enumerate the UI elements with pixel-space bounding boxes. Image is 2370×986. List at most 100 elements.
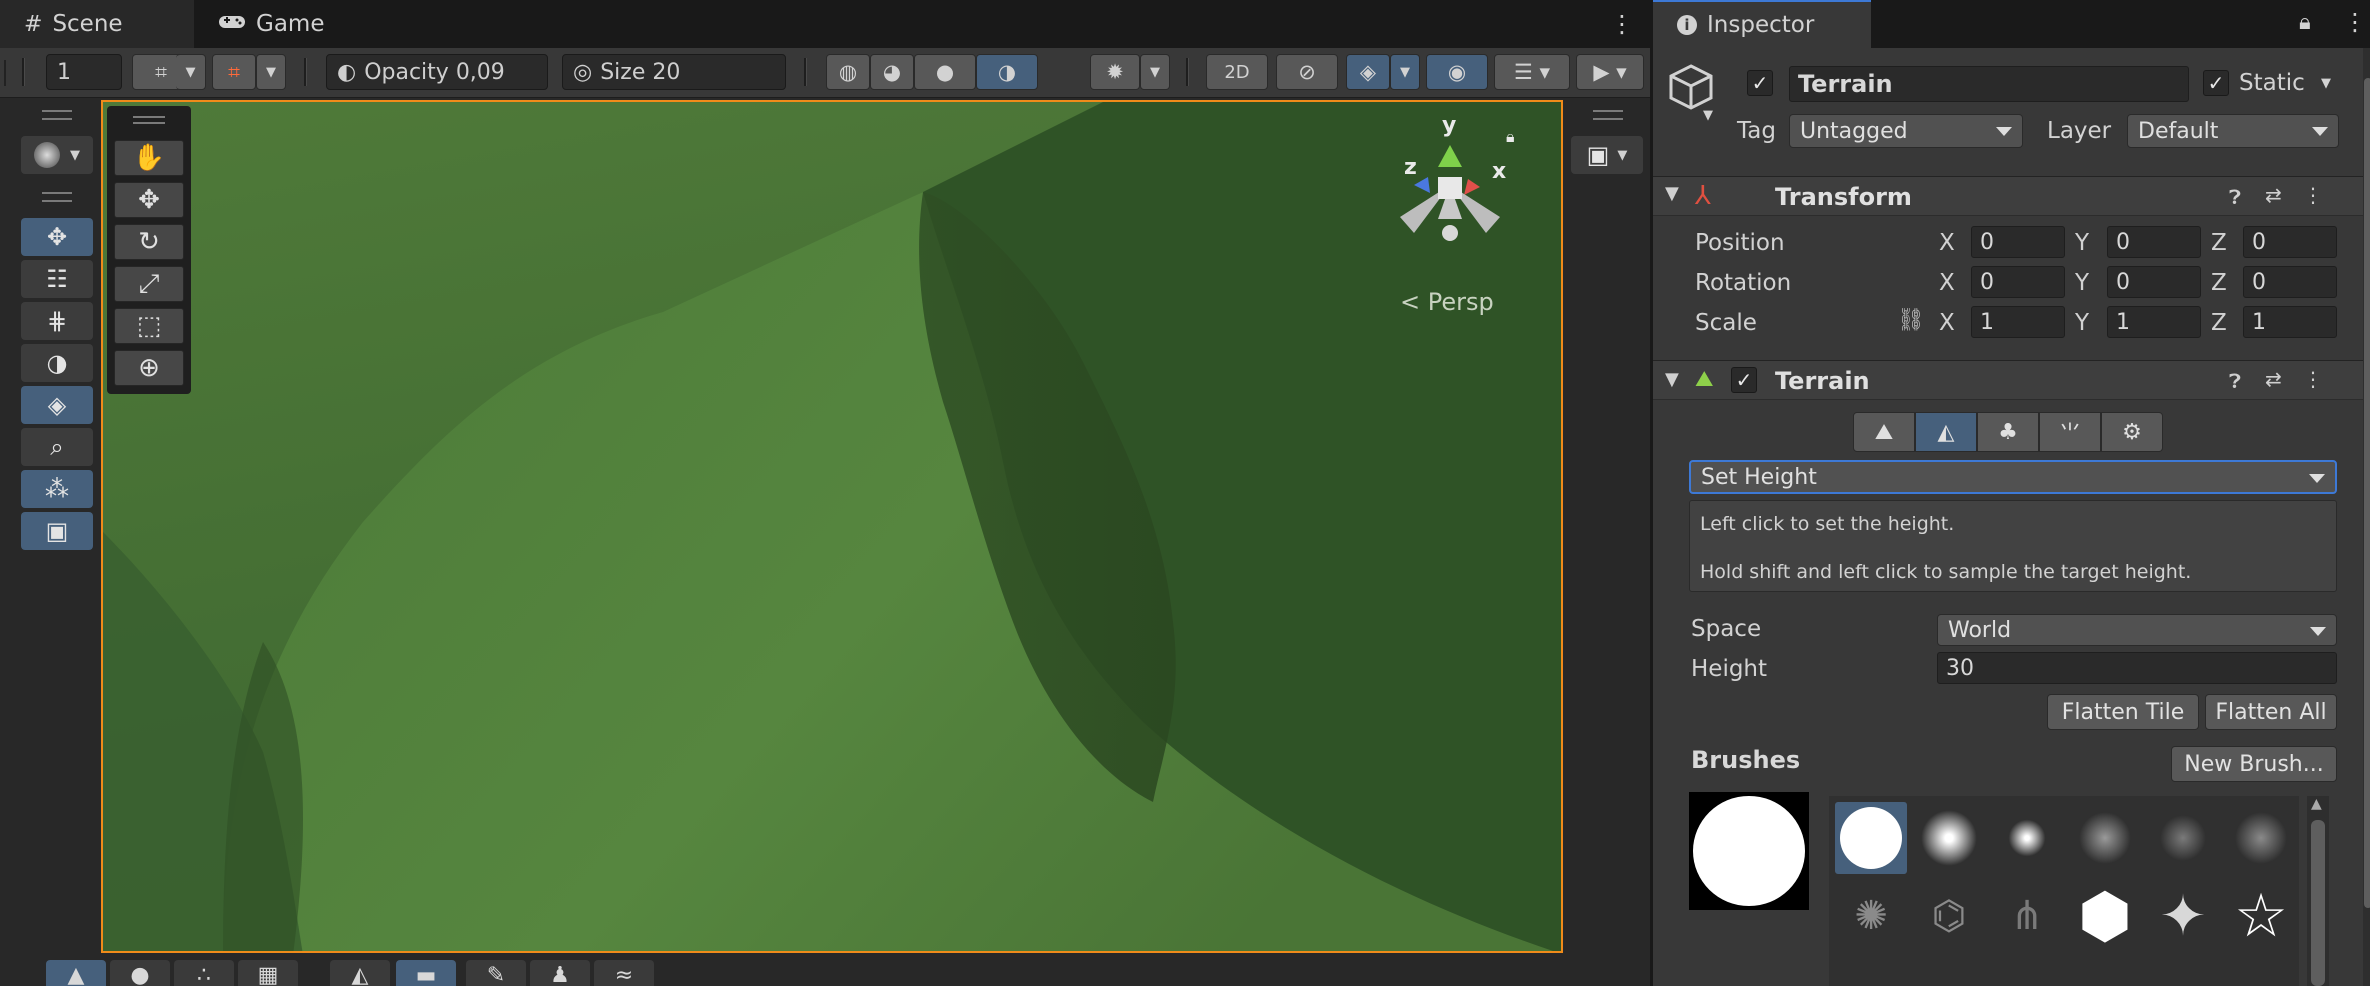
preset-sliders-icon[interactable]: ⇄ (2265, 367, 2282, 391)
rotation-x-field[interactable]: 0 (1971, 266, 2065, 298)
rotate-tool-button[interactable]: ↻ (114, 224, 184, 260)
layer-select[interactable]: Default (2127, 114, 2339, 148)
create-terrain-button[interactable]: ▲ (46, 960, 106, 986)
brush-noise-a[interactable] (2147, 802, 2219, 874)
tab-scene[interactable]: # Scene (0, 0, 194, 48)
more-menu-icon[interactable]: ⋮ (2303, 183, 2323, 207)
space-select[interactable]: World (1937, 614, 2337, 646)
rotation-y-field[interactable]: 0 (2107, 266, 2201, 298)
snap-grid-dropdown[interactable]: ▼ (176, 54, 206, 90)
tool-mode-select[interactable]: Set Height (1689, 460, 2337, 494)
wireframe-shading-button[interactable]: ◍ (826, 54, 870, 90)
sculpt-button[interactable]: ◭ (330, 960, 390, 986)
brush-star-outline[interactable]: ☆ (2225, 880, 2297, 952)
tag-select[interactable]: Untagged (1789, 114, 2023, 148)
help-icon[interactable]: ❓︎ (2229, 185, 2241, 209)
height-field[interactable]: 30 (1937, 652, 2337, 684)
brush-streaks[interactable]: ⋔ (1991, 880, 2063, 952)
effects-dropdown[interactable]: ▼ (1390, 54, 1420, 90)
camera-settings-button[interactable]: ▶ ▾ (1576, 54, 1644, 90)
more-menu-icon[interactable]: ⋮ (2343, 8, 2367, 36)
active-checkbox[interactable]: ✓ (1747, 70, 1773, 96)
2d-toggle-button[interactable]: 2D (1206, 54, 1268, 90)
rect-tool-button[interactable]: ⬚ (114, 308, 184, 344)
camera-overlay-button[interactable]: ▣ ▼ (1571, 136, 1643, 174)
terrain-component-header[interactable]: ▼ ⛰︎ ✓ Terrain ❓︎ ⇄ ⋮ (1653, 360, 2370, 400)
paint-holes-button[interactable]: ≈ (594, 960, 654, 986)
audio-toggle-button[interactable]: ⊘ (1276, 54, 1338, 90)
brush-hard-circle[interactable] (1835, 802, 1907, 874)
static-dropdown-icon[interactable]: ▼ (2321, 76, 2331, 91)
grid-layer-field[interactable]: 1 (46, 54, 122, 90)
more-menu-icon[interactable]: ⋮ (2303, 367, 2323, 391)
chevron-down-icon[interactable]: ▼ (1703, 108, 1713, 123)
brush-star-soft[interactable]: ✦ (2147, 880, 2219, 952)
camera-view-tool-button[interactable]: ▣ (21, 512, 93, 550)
move-tool-button[interactable]: ✥ (21, 218, 93, 256)
orientation-gizmo[interactable]: y x z 🔒︎ (1380, 113, 1520, 255)
search-tool-button[interactable]: ⌕ (21, 428, 93, 466)
transform-header[interactable]: ▼ ⅄ Transform ❓︎ ⇄ ⋮ (1653, 176, 2370, 216)
terrain-enabled-checkbox[interactable]: ✓ (1731, 367, 1757, 393)
tab-game[interactable]: Game (194, 0, 354, 48)
scale-z-field[interactable]: 1 (2243, 306, 2337, 338)
lighting-toggle-button[interactable]: ◑ (976, 54, 1038, 90)
brush-scrollbar[interactable]: ▲ (2307, 796, 2329, 986)
more-menu-icon[interactable]: ⋮ (1610, 10, 1634, 38)
tab-inspector[interactable]: i Inspector (1653, 0, 1871, 48)
paint-trees-tab[interactable]: ♣ (1977, 412, 2039, 452)
brush-soft-large[interactable] (1913, 802, 1985, 874)
brush-opacity-field[interactable]: ◐ Opacity 0,09 (326, 54, 548, 90)
scroll-up-icon[interactable]: ▲ (2311, 796, 2322, 812)
scene-visibility-button[interactable]: ◉ (1426, 54, 1488, 90)
inspector-scrollbar-thumb[interactable] (2364, 78, 2370, 908)
brush-cells[interactable]: ⌬ (1913, 880, 1985, 952)
scrollbar-thumb[interactable] (2311, 820, 2325, 986)
rotation-z-field[interactable]: 0 (2243, 266, 2337, 298)
stamp-button[interactable]: ♟ (530, 960, 590, 986)
scene-viewport[interactable] (101, 100, 1563, 953)
create-neighbor-terrain-tab[interactable]: ⛰︎ (1853, 412, 1915, 452)
position-x-field[interactable]: 0 (1971, 226, 2065, 258)
preset-sliders-icon[interactable]: ⇄ (2265, 183, 2282, 207)
debug-draw-button[interactable]: ✹ (1090, 54, 1140, 90)
terrain-settings-button[interactable]: ▦ (238, 960, 298, 986)
navigation-tool-button[interactable]: ⁂ (21, 470, 93, 508)
inspector-scrollbar[interactable] (2363, 48, 2370, 986)
new-brush-button[interactable]: New Brush... (2171, 746, 2337, 782)
lock-icon[interactable]: 🔒︎ (2299, 10, 2311, 35)
scale-x-field[interactable]: 1 (1971, 306, 2065, 338)
increment-snap-button[interactable]: ⌗ (212, 54, 256, 90)
set-height-button[interactable]: ▬ (396, 960, 456, 986)
brush-hexagon[interactable]: ⬢ (2069, 880, 2141, 952)
shaded-button[interactable]: ● (914, 54, 976, 90)
effects-toggle-button[interactable]: ◈ (1346, 54, 1390, 90)
paint-details-button[interactable]: ∴ (174, 960, 234, 986)
flatten-tile-button[interactable]: Flatten Tile (2047, 694, 2199, 730)
brush-soft-small[interactable] (1991, 802, 2063, 874)
debug-draw-dropdown[interactable]: ▼ (1140, 54, 1170, 90)
projection-toggle[interactable]: < Persp (1400, 288, 1494, 316)
terrain-settings-tab[interactable]: ⚙ (2101, 412, 2163, 452)
paint-details-tab[interactable]: ⺌ (2039, 412, 2101, 452)
grid-tool-button[interactable]: ⋕ (21, 302, 93, 340)
paint-terrain-tab[interactable]: ◭ (1915, 412, 1977, 452)
hand-tool-button[interactable]: ✋ (114, 140, 184, 176)
smooth-button[interactable]: ✎ (466, 960, 526, 986)
lock-icon[interactable]: 🔒︎ (1506, 127, 1515, 147)
brush-size-field[interactable]: ◎ Size 20 (562, 54, 786, 90)
flatten-all-button[interactable]: Flatten All (2205, 694, 2337, 730)
position-y-field[interactable]: 0 (2107, 226, 2201, 258)
scale-y-field[interactable]: 1 (2107, 306, 2201, 338)
increment-snap-dropdown[interactable]: ▼ (256, 54, 286, 90)
brush-spiral[interactable]: ✺ (1835, 880, 1907, 952)
terrain-layers-tool-button[interactable]: ◈ (21, 386, 93, 424)
help-icon[interactable]: ❓︎ (2229, 369, 2241, 393)
brush-preview-button[interactable]: ▼ (21, 136, 93, 174)
shaded-wireframe-button[interactable]: ◕ (870, 54, 914, 90)
object-name-field[interactable]: Terrain (1789, 66, 2189, 102)
position-z-field[interactable]: 0 (2243, 226, 2337, 258)
transform-tool-button[interactable]: ⊕ (114, 350, 184, 386)
move-tool-overlay-button[interactable]: ✥ (114, 182, 184, 218)
lighting-tool-button[interactable]: ◑ (21, 344, 93, 382)
